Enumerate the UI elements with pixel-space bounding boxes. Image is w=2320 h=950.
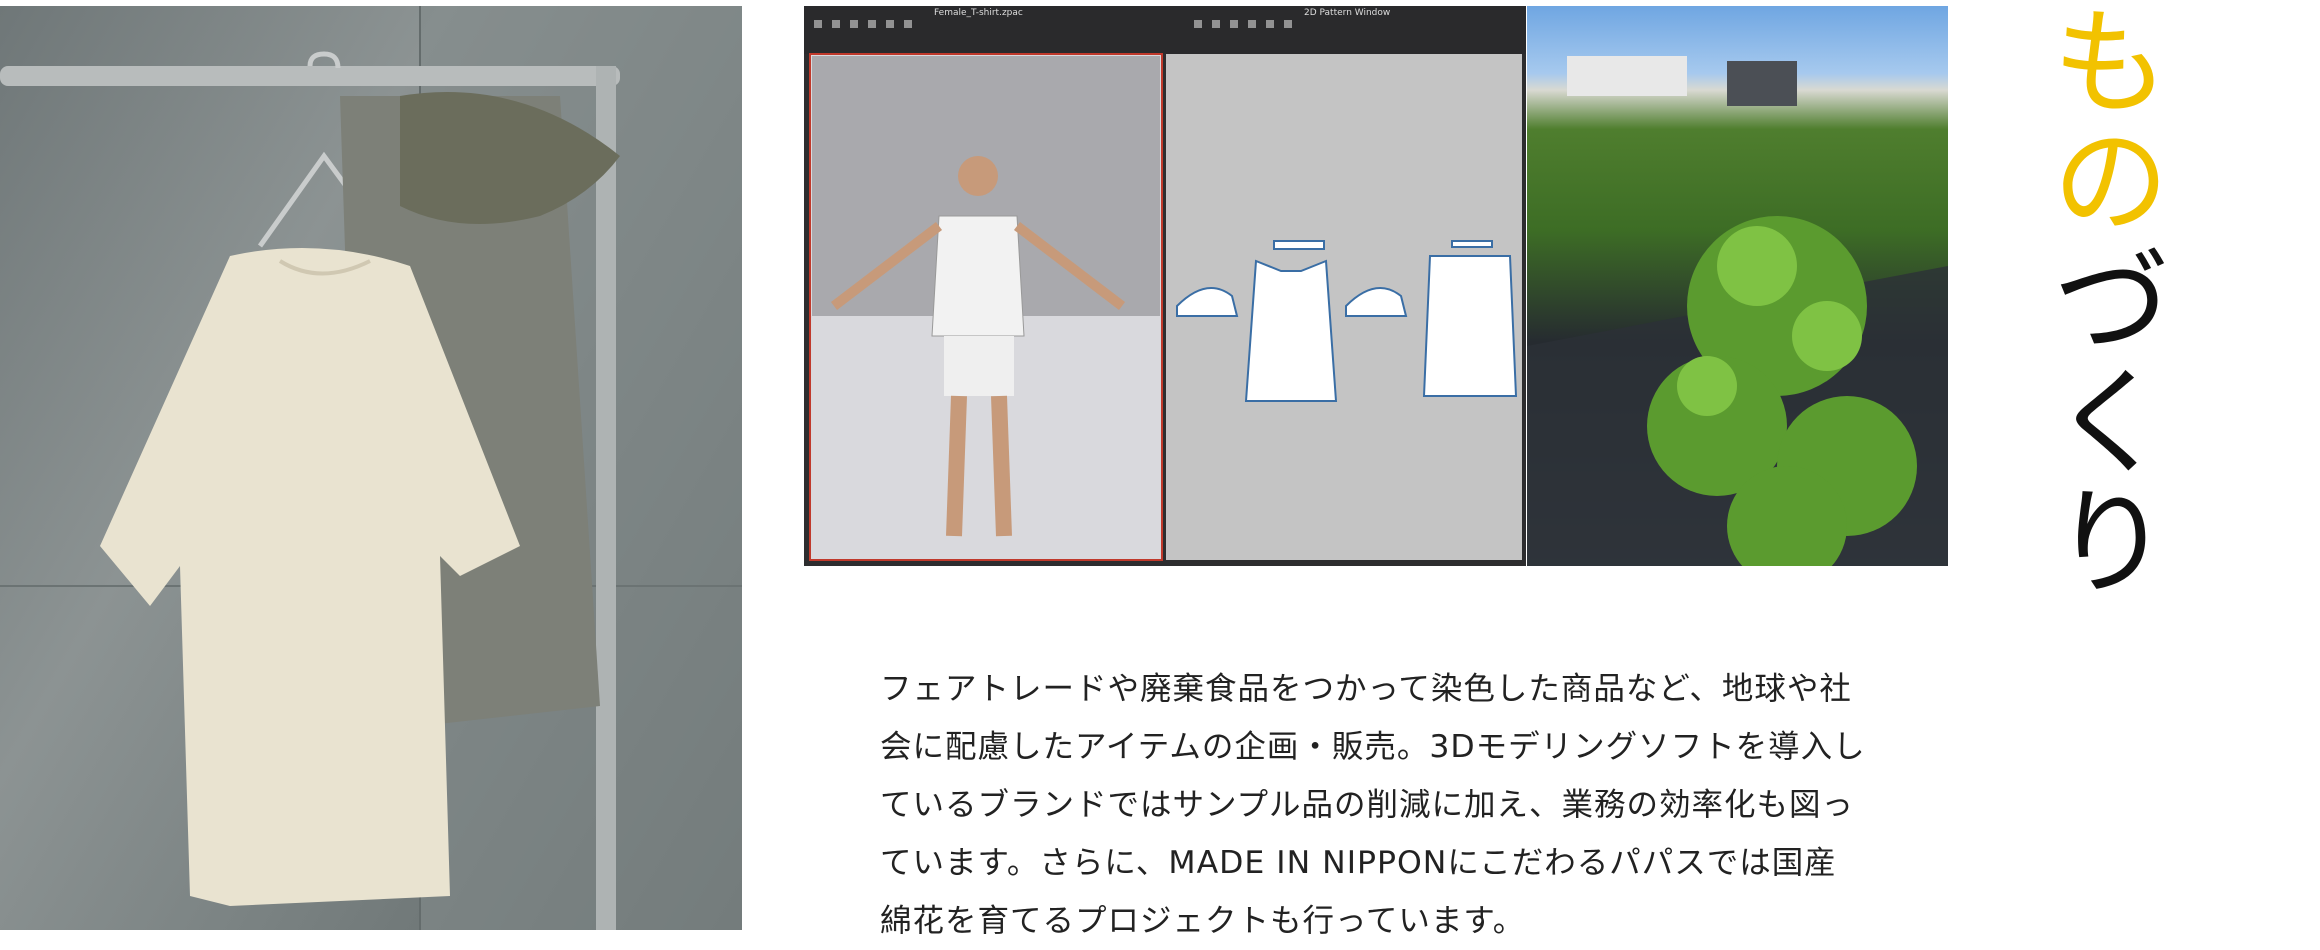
- right-window-title: 2D Pattern Window: [1304, 8, 1391, 18]
- title-rest: づくり: [2031, 240, 2169, 600]
- page-title: ものづくり: [2020, 0, 2170, 600]
- software-illustration: [804, 6, 1526, 561]
- rack-illustration: [0, 6, 742, 930]
- left-window-title: Female_T-shirt.zpac: [934, 8, 1023, 18]
- cotton-illustration: [1527, 56, 1948, 566]
- title-highlight: もの: [2031, 0, 2169, 240]
- garments-on-rack-photo: [0, 6, 742, 930]
- 3d-modeling-software-screenshot: Female_T-shirt.zpac 2D Pattern Window: [804, 6, 1526, 566]
- description-text: フェアトレードや廃棄食品をつかって染色した商品など、地球や社 会に配慮したアイテ…: [880, 671, 1866, 939]
- cotton-field-photo: [1527, 6, 1948, 566]
